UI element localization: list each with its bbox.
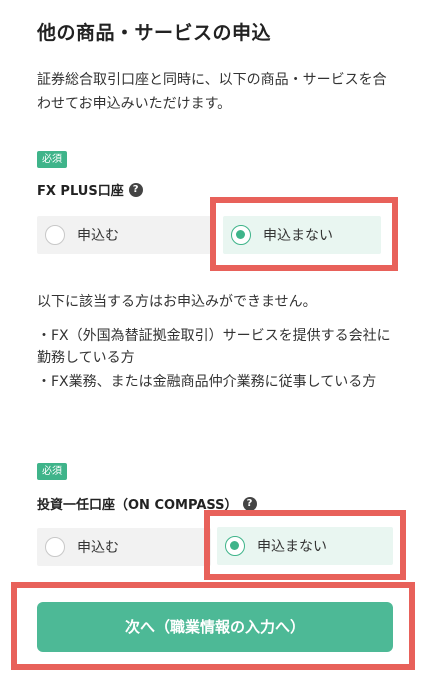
notice-item: ・FX（外国為替証拠金取引）サービスを提供する会社に勤務している方 bbox=[37, 328, 391, 366]
on-compass-decline-option[interactable]: 申込まない bbox=[217, 527, 393, 565]
on-compass-apply-option[interactable]: 申込む bbox=[37, 528, 211, 566]
fx-plus-apply-option[interactable]: 申込む bbox=[37, 216, 211, 254]
radio-checked[interactable] bbox=[231, 225, 251, 245]
intro-text: 証券総合取引口座と同時に、以下の商品・サービスを合わせてお申込みいただけます。 bbox=[37, 72, 387, 112]
option-label: 申込まない bbox=[257, 539, 327, 555]
fx-plus-label: FX PLUS口座 ? bbox=[37, 180, 143, 199]
question-circle-icon[interactable]: ? bbox=[242, 496, 257, 511]
fx-plus-decline-option[interactable]: 申込まない bbox=[223, 216, 381, 254]
page-title: 他の商品・サービスの申込 bbox=[37, 22, 272, 44]
radio-checked[interactable] bbox=[225, 536, 245, 556]
notice-heading: 以下に該当する方はお申込みができません。 bbox=[37, 294, 317, 310]
option-label: 申込まない bbox=[263, 228, 333, 244]
question-circle-icon[interactable]: ? bbox=[128, 182, 143, 197]
radio-unchecked[interactable] bbox=[45, 225, 65, 245]
fx-plus-label-text: FX PLUS口座 bbox=[37, 184, 124, 199]
option-label: 申込む bbox=[77, 228, 119, 244]
next-button[interactable]: 次へ（職業情報の入力へ） bbox=[37, 602, 393, 652]
notice-item: ・FX業務、または金融商品仲介業務に従事している方 bbox=[37, 374, 377, 390]
required-badge: 必須 bbox=[37, 463, 67, 480]
required-badge: 必須 bbox=[37, 151, 67, 168]
option-label: 申込む bbox=[77, 540, 119, 556]
radio-unchecked[interactable] bbox=[45, 537, 65, 557]
